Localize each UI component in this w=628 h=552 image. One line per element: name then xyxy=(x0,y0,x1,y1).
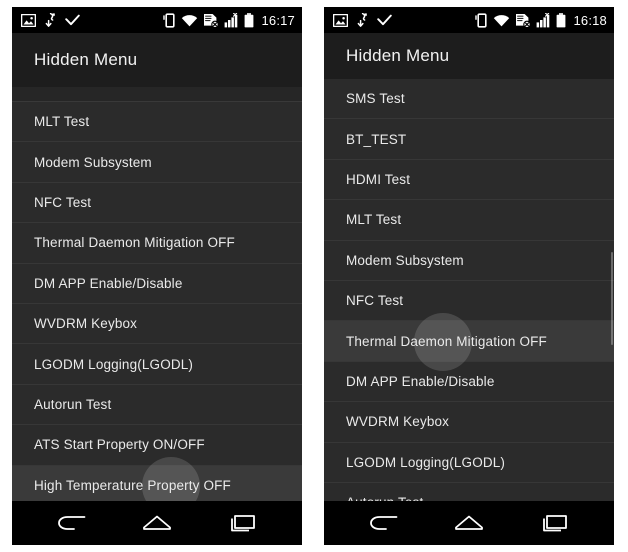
battery-icon xyxy=(244,12,254,28)
wifi-icon xyxy=(493,14,510,27)
list-item-label: MLT Test xyxy=(34,114,90,130)
list-item[interactable]: Thermal Daemon Mitigation OFF xyxy=(12,223,302,264)
back-button[interactable] xyxy=(357,505,411,541)
list-item-label: NFC Test xyxy=(34,194,92,210)
list-item-label: SMS Test xyxy=(346,91,405,107)
list-item[interactable]: DM APP Enable/Disable xyxy=(12,263,302,304)
list-item-label: Autorun Test xyxy=(346,495,423,501)
list-item[interactable]: MLT Test xyxy=(12,102,302,143)
check-icon xyxy=(377,14,392,26)
list-item[interactable]: LGODM Logging(LGODL) xyxy=(12,344,302,385)
signal-icon xyxy=(536,12,551,28)
battery-icon xyxy=(556,12,566,28)
app-header: Hidden Menu xyxy=(324,33,614,79)
list-item-label: LGODM Logging(LGODL) xyxy=(34,356,194,372)
list-item[interactable]: WVDRM Keybox xyxy=(12,303,302,345)
list-item[interactable]: Autorun Test xyxy=(12,384,302,426)
status-bar-system-icons: 16:17 xyxy=(163,12,295,28)
right-screenshot: 16:18 Hidden Menu SMS Test BT_TEST HDMI Test… xyxy=(324,7,614,545)
list-item[interactable]: Modem Subsystem xyxy=(324,240,614,281)
list-item-label: BT_TEST xyxy=(346,131,407,147)
check-icon xyxy=(65,14,80,26)
status-bar-clock: 16:17 xyxy=(261,12,295,28)
list-item-label: Autorun Test xyxy=(34,396,112,412)
list-item-label: LGODM Logging(LGODL) xyxy=(346,454,506,470)
screenshot-comparison: 16:17 Hidden Menu MLT Test Modem Subsystem N… xyxy=(0,0,628,552)
list-item[interactable]: LGODM Logging(LGODL) xyxy=(324,442,614,483)
download-icon xyxy=(45,12,56,27)
list-item[interactable]: Autorun Test xyxy=(324,482,614,501)
list-item-label: ATS Start Property ON/OFF xyxy=(34,437,205,453)
back-icon[interactable] xyxy=(369,512,399,534)
list-item-label: Thermal Daemon Mitigation OFF xyxy=(346,333,547,349)
sync-disabled-icon xyxy=(203,13,220,28)
navigation-bar xyxy=(324,501,614,545)
list-scrollbar-thumb[interactable] xyxy=(611,252,613,345)
home-icon[interactable] xyxy=(142,512,172,534)
list-item[interactable]: BT_TEST xyxy=(324,119,614,160)
list-item[interactable]: ATS Start Property ON/OFF xyxy=(12,425,302,466)
app-header: Hidden Menu xyxy=(12,33,302,87)
list-item-label: DM APP Enable/Disable xyxy=(346,373,495,389)
status-bar-notifications xyxy=(332,12,392,27)
recents-icon[interactable] xyxy=(539,512,569,534)
navigation-bar xyxy=(12,501,302,545)
signal-icon xyxy=(224,12,239,28)
vibrate-icon xyxy=(163,12,176,28)
hidden-menu-list[interactable]: SMS Test BT_TEST HDMI Test MLT Test Modem Su… xyxy=(324,79,614,501)
home-button[interactable] xyxy=(130,505,184,541)
page-title: Hidden Menu xyxy=(34,50,138,69)
list-item[interactable]: Modem Subsystem xyxy=(12,142,302,183)
recents-icon[interactable] xyxy=(227,512,257,534)
list-item-label: HDMI Test xyxy=(346,171,411,187)
page-title: Hidden Menu xyxy=(346,46,450,65)
list-item-label: DM APP Enable/Disable xyxy=(34,275,183,291)
list-item[interactable]: HDMI Test xyxy=(324,159,614,201)
header-divider-strip xyxy=(12,87,302,102)
sync-disabled-icon xyxy=(515,13,532,28)
image-icon xyxy=(332,13,349,27)
image-icon xyxy=(20,13,37,27)
list-item[interactable]: High Temperature Property OFF xyxy=(12,456,302,501)
list-item-label: NFC Test xyxy=(346,293,404,309)
wifi-icon xyxy=(181,14,198,27)
hidden-menu-list[interactable]: MLT Test Modem Subsystem NFC Test Thermal D… xyxy=(12,102,302,501)
status-bar: 16:18 xyxy=(324,7,614,33)
left-screenshot: 16:17 Hidden Menu MLT Test Modem Subsystem N… xyxy=(12,7,302,545)
list-item[interactable]: WVDRM Keybox xyxy=(324,402,614,443)
list-item[interactable]: Thermal Daemon Mitigation OFF xyxy=(324,312,614,371)
list-item[interactable]: SMS Test xyxy=(324,79,614,120)
status-bar: 16:17 xyxy=(12,7,302,33)
list-item[interactable]: NFC Test xyxy=(12,182,302,224)
back-button[interactable] xyxy=(45,505,99,541)
recents-button[interactable] xyxy=(527,505,581,541)
list-item-label: Modem Subsystem xyxy=(346,252,464,268)
list-item-label: WVDRM Keybox xyxy=(346,414,450,430)
download-icon xyxy=(357,12,368,27)
list-item-label: MLT Test xyxy=(346,212,402,228)
list-item[interactable]: NFC Test xyxy=(324,280,614,322)
status-bar-notifications xyxy=(20,12,80,27)
list-item-label: WVDRM Keybox xyxy=(34,316,138,332)
home-icon[interactable] xyxy=(454,512,484,534)
list-item-label: Thermal Daemon Mitigation OFF xyxy=(34,235,235,251)
vibrate-icon xyxy=(475,12,488,28)
recents-button[interactable] xyxy=(215,505,269,541)
list-item-label: Modem Subsystem xyxy=(34,154,152,170)
list-item[interactable]: MLT Test xyxy=(324,200,614,241)
list-item[interactable]: DM APP Enable/Disable xyxy=(324,361,614,403)
list-item-label: High Temperature Property OFF xyxy=(34,477,231,493)
home-button[interactable] xyxy=(442,505,496,541)
back-icon[interactable] xyxy=(57,512,87,534)
status-bar-system-icons: 16:18 xyxy=(475,12,607,28)
status-bar-clock: 16:18 xyxy=(573,12,607,28)
